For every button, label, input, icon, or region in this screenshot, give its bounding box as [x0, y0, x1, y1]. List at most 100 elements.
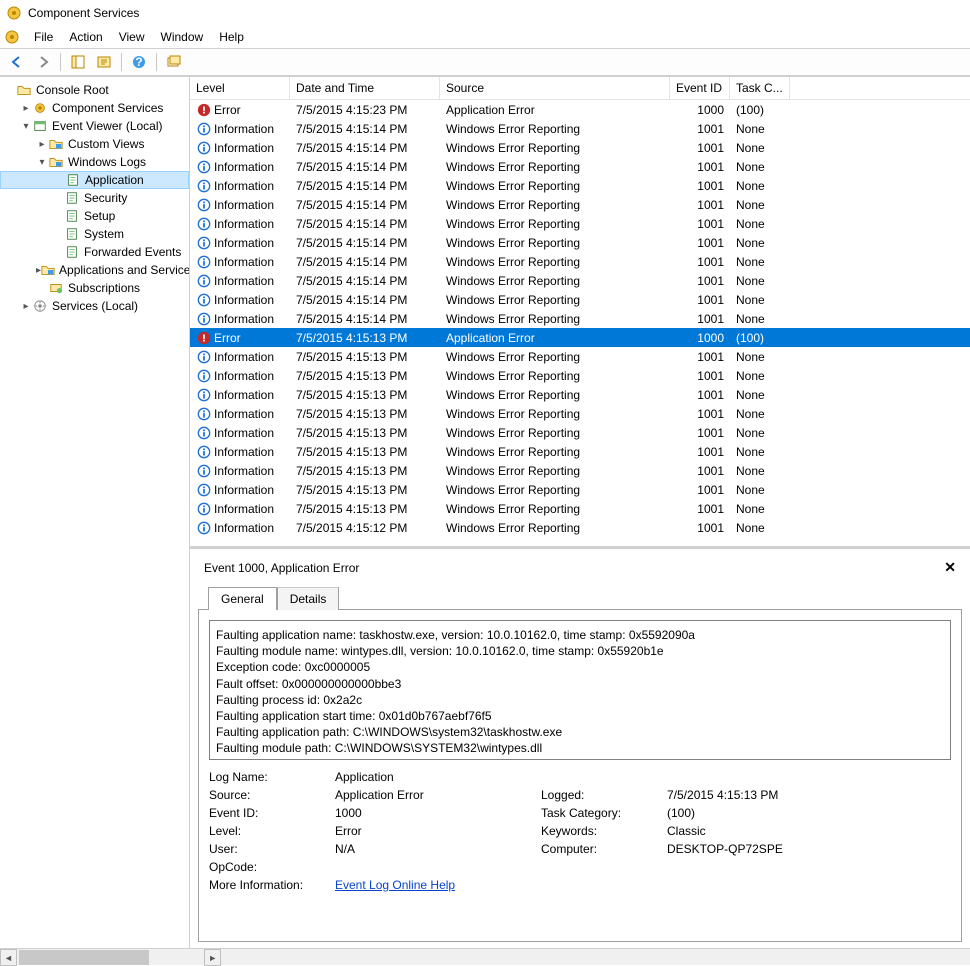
- cell-source: Windows Error Reporting: [440, 141, 670, 155]
- tree-item-custom-views[interactable]: ▸Custom Views: [0, 135, 189, 153]
- event-row[interactable]: Information7/5/2015 4:15:14 PMWindows Er…: [190, 176, 970, 195]
- expand-icon[interactable]: ▸: [20, 103, 32, 114]
- event-row[interactable]: Information7/5/2015 4:15:14 PMWindows Er…: [190, 157, 970, 176]
- col-taskcategory[interactable]: Task C...: [730, 77, 790, 99]
- tree-item-event-viewer-local-[interactable]: ▾Event Viewer (Local): [0, 117, 189, 135]
- grid-header[interactable]: Level Date and Time Source Event ID Task…: [190, 77, 970, 100]
- tree-item-services-local-[interactable]: ▸ Services (Local): [0, 297, 189, 315]
- tree-item-setup[interactable]: Setup: [0, 207, 189, 225]
- tab-general[interactable]: General: [208, 587, 277, 610]
- scroll-track[interactable]: [17, 949, 204, 965]
- cell-eventid: 1001: [670, 369, 730, 383]
- log-icon: [64, 208, 80, 224]
- tree-label: Subscriptions: [68, 281, 140, 295]
- event-row[interactable]: Information7/5/2015 4:15:14 PMWindows Er…: [190, 138, 970, 157]
- message-line: Faulting module path: C:\WINDOWS\SYSTEM3…: [216, 740, 944, 756]
- cell-source: Windows Error Reporting: [440, 407, 670, 421]
- tree-label: Services (Local): [52, 299, 138, 313]
- help-button[interactable]: ?: [128, 51, 150, 73]
- horizontal-scrollbar[interactable]: ◄ ►: [0, 948, 970, 965]
- event-row[interactable]: Information7/5/2015 4:15:14 PMWindows Er…: [190, 271, 970, 290]
- link-eventlog-help[interactable]: Event Log Online Help: [335, 878, 455, 892]
- event-row[interactable]: Information7/5/2015 4:15:14 PMWindows Er…: [190, 214, 970, 233]
- show-hide-tree-button[interactable]: [67, 51, 89, 73]
- info-icon: [196, 254, 212, 270]
- cell-level: Information: [190, 406, 290, 422]
- event-row[interactable]: Information7/5/2015 4:15:14 PMWindows Er…: [190, 119, 970, 138]
- col-datetime[interactable]: Date and Time: [290, 77, 440, 99]
- info-icon: [196, 121, 212, 137]
- scroll-left-button[interactable]: ◄: [0, 949, 17, 966]
- event-row[interactable]: Information7/5/2015 4:15:13 PMWindows Er…: [190, 385, 970, 404]
- event-row[interactable]: Error7/5/2015 4:15:23 PMApplication Erro…: [190, 100, 970, 119]
- event-row[interactable]: Information7/5/2015 4:15:14 PMWindows Er…: [190, 233, 970, 252]
- tree-item-forwarded-events[interactable]: Forwarded Events: [0, 243, 189, 261]
- new-window-button[interactable]: [163, 51, 185, 73]
- info-icon: [196, 273, 212, 289]
- expand-icon[interactable]: ▾: [36, 157, 48, 168]
- event-message-box[interactable]: Faulting application name: taskhostw.exe…: [209, 620, 951, 760]
- cell-source: Windows Error Reporting: [440, 445, 670, 459]
- event-row[interactable]: Information7/5/2015 4:15:14 PMWindows Er…: [190, 309, 970, 328]
- tree-item-windows-logs[interactable]: ▾Windows Logs: [0, 153, 189, 171]
- tree-item-application[interactable]: Application: [0, 171, 189, 189]
- message-line: Report Id: bb6ebc6b-4f43-49d2-a883-656ee…: [216, 757, 944, 761]
- event-row[interactable]: Information7/5/2015 4:15:13 PMWindows Er…: [190, 366, 970, 385]
- expand-icon[interactable]: ▸: [20, 301, 32, 312]
- menu-file[interactable]: File: [26, 28, 61, 46]
- event-row[interactable]: Information7/5/2015 4:15:13 PMWindows Er…: [190, 404, 970, 423]
- event-row[interactable]: Error7/5/2015 4:15:13 PMApplication Erro…: [190, 328, 970, 347]
- tree-item-applications-and-services-logs[interactable]: ▸Applications and Services Logs: [0, 261, 189, 279]
- forward-button[interactable]: [32, 51, 54, 73]
- cell-datetime: 7/5/2015 4:15:13 PM: [290, 464, 440, 478]
- col-level[interactable]: Level: [190, 77, 290, 99]
- log-icon: [64, 244, 80, 260]
- tab-details[interactable]: Details: [277, 587, 340, 610]
- event-row[interactable]: Information7/5/2015 4:15:13 PMWindows Er…: [190, 442, 970, 461]
- export-button[interactable]: [93, 51, 115, 73]
- subs-icon: [48, 280, 64, 296]
- expand-icon[interactable]: ▾: [20, 121, 32, 132]
- tree-label: Console Root: [36, 83, 109, 97]
- toolbar-separator-2: [121, 53, 122, 71]
- scroll-right-button[interactable]: ►: [204, 949, 221, 966]
- cell-taskcat: None: [730, 464, 790, 478]
- tree-item-component-services[interactable]: ▸Component Services: [0, 99, 189, 117]
- menu-help[interactable]: Help: [211, 28, 252, 46]
- event-row[interactable]: Information7/5/2015 4:15:13 PMWindows Er…: [190, 461, 970, 480]
- cell-taskcat: None: [730, 407, 790, 421]
- tree-item-security[interactable]: Security: [0, 189, 189, 207]
- tree-item-system[interactable]: System: [0, 225, 189, 243]
- event-row[interactable]: Information7/5/2015 4:15:12 PMWindows Er…: [190, 518, 970, 537]
- cell-source: Windows Error Reporting: [440, 350, 670, 364]
- info-icon: [196, 520, 212, 536]
- tree-item-subscriptions[interactable]: Subscriptions: [0, 279, 189, 297]
- event-row[interactable]: Information7/5/2015 4:15:14 PMWindows Er…: [190, 195, 970, 214]
- close-icon[interactable]: ✕: [944, 559, 956, 576]
- back-button[interactable]: [6, 51, 28, 73]
- event-row[interactable]: Information7/5/2015 4:15:13 PMWindows Er…: [190, 423, 970, 442]
- menu-window[interactable]: Window: [153, 28, 212, 46]
- scroll-thumb[interactable]: [19, 950, 149, 965]
- event-row[interactable]: Information7/5/2015 4:15:13 PMWindows Er…: [190, 347, 970, 366]
- detail-tabs: General Details: [198, 586, 962, 610]
- tree-pane[interactable]: Console Root ▸Component Services▾Event Vi…: [0, 77, 190, 948]
- val-level: Error: [335, 824, 535, 838]
- col-eventid[interactable]: Event ID: [670, 77, 730, 99]
- event-row[interactable]: Information7/5/2015 4:15:14 PMWindows Er…: [190, 290, 970, 309]
- info-icon: [196, 482, 212, 498]
- tree-item-console-root[interactable]: Console Root: [0, 81, 189, 99]
- menu-view[interactable]: View: [111, 28, 153, 46]
- lbl-user: User:: [209, 842, 329, 856]
- event-row[interactable]: Information7/5/2015 4:15:13 PMWindows Er…: [190, 480, 970, 499]
- cell-source: Windows Error Reporting: [440, 521, 670, 535]
- cell-taskcat: None: [730, 312, 790, 326]
- event-grid[interactable]: Level Date and Time Source Event ID Task…: [190, 77, 970, 546]
- cell-eventid: 1001: [670, 274, 730, 288]
- event-row[interactable]: Information7/5/2015 4:15:14 PMWindows Er…: [190, 252, 970, 271]
- menu-action[interactable]: Action: [61, 28, 110, 46]
- col-source[interactable]: Source: [440, 77, 670, 99]
- expand-icon[interactable]: ▸: [36, 139, 48, 150]
- event-row[interactable]: Information7/5/2015 4:15:13 PMWindows Er…: [190, 499, 970, 518]
- info-icon: [196, 501, 212, 517]
